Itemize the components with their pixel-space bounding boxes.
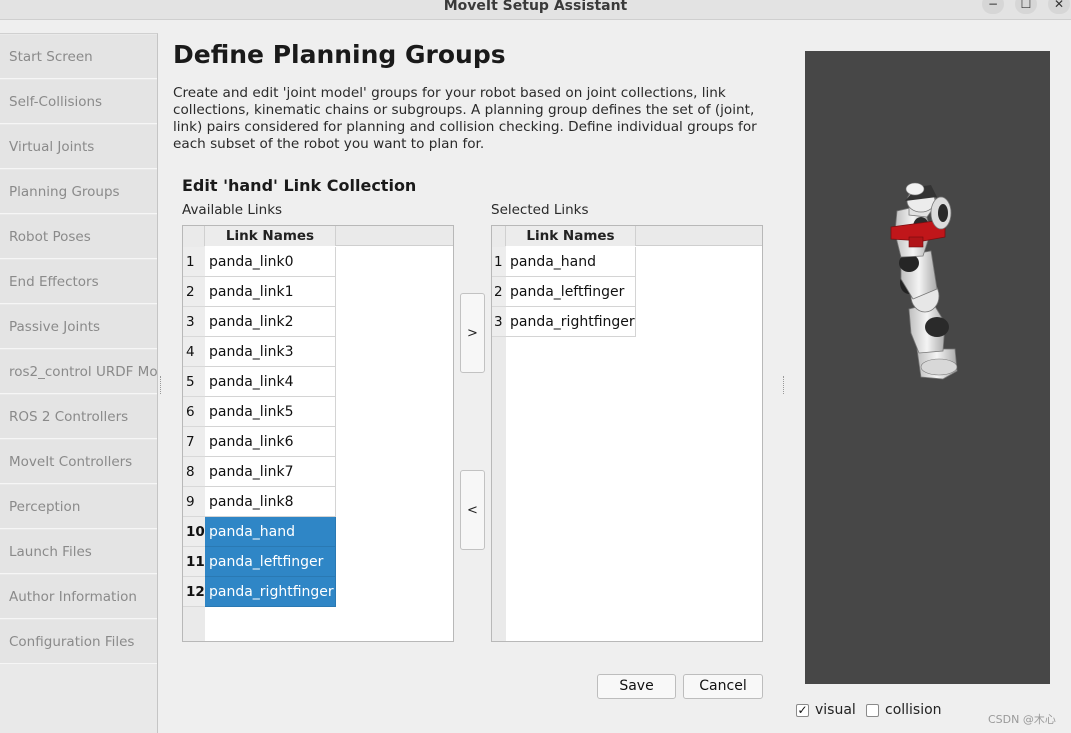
corner-header	[183, 226, 205, 246]
sidebar-item-virtual-joints[interactable]: Virtual Joints	[0, 125, 157, 169]
save-button-label: Save	[619, 678, 654, 694]
sidebar-item-configuration-files[interactable]: Configuration Files	[0, 620, 157, 664]
available-links-table[interactable]: Link Names 1 panda_link0 2 panda_link1 3…	[182, 225, 454, 642]
row-number: 5	[183, 367, 205, 397]
visual-checkbox-label: visual	[815, 702, 856, 718]
row-number: 9	[183, 487, 205, 517]
row-number: 1	[183, 247, 205, 277]
robot-arm-model	[890, 182, 958, 380]
link-name-cell[interactable]: panda_link2	[205, 307, 336, 337]
sidebar-item-ros2-controllers[interactable]: ROS 2 Controllers	[0, 395, 157, 439]
sidebar-item-passive-joints[interactable]: Passive Joints	[0, 305, 157, 349]
link-name-cell[interactable]: panda_link7	[205, 457, 336, 487]
remove-link-button[interactable]: <	[460, 470, 485, 550]
sidebar-item-self-collisions[interactable]: Self-Collisions	[0, 80, 157, 124]
link-name-cell[interactable]: panda_rightfinger	[205, 577, 336, 607]
link-name-cell[interactable]: panda_leftfinger	[205, 547, 336, 577]
row-number: 1	[492, 247, 506, 277]
sidebar-item-moveit-controllers[interactable]: MoveIt Controllers	[0, 440, 157, 484]
sidebar-item-ros2-control-urdf[interactable]: ros2_control URDF Modifications	[0, 350, 157, 394]
visual-checkbox[interactable]: ✓	[796, 704, 809, 717]
corner-header	[492, 226, 506, 246]
selected-links-label: Selected Links	[491, 202, 589, 218]
sidebar-splitter-handle[interactable]	[160, 376, 163, 394]
sidebar-item-planning-groups[interactable]: Planning Groups	[0, 170, 157, 214]
row-number: 4	[183, 337, 205, 367]
collision-checkbox-label: collision	[885, 702, 942, 718]
robot-3d-viewer[interactable]	[805, 51, 1050, 684]
link-name-cell[interactable]: panda_link8	[205, 487, 336, 517]
link-name-cell[interactable]: panda_link1	[205, 277, 336, 307]
link-name-cell[interactable]: panda_hand	[205, 517, 336, 547]
sidebar-item-perception[interactable]: Perception	[0, 485, 157, 529]
row-number: 12	[183, 577, 205, 607]
link-name-cell[interactable]: panda_link0	[205, 247, 336, 277]
link-name-cell[interactable]: panda_link3	[205, 337, 336, 367]
link-name-cell[interactable]: panda_link4	[205, 367, 336, 397]
section-title: Edit 'hand' Link Collection	[182, 176, 417, 195]
viewer-splitter-handle[interactable]	[783, 376, 786, 394]
row-number: 2	[492, 277, 506, 307]
row-number: 7	[183, 427, 205, 457]
row-number: 6	[183, 397, 205, 427]
sidebar-item-author-information[interactable]: Author Information	[0, 575, 157, 619]
row-number: 11	[183, 547, 205, 577]
selected-links-table[interactable]: Link Names 1 panda_hand 2 panda_leftfing…	[491, 225, 763, 642]
link-name-cell[interactable]: panda_link5	[205, 397, 336, 427]
sidebar-item-end-effectors[interactable]: End Effectors	[0, 260, 157, 304]
add-link-button[interactable]: >	[460, 293, 485, 373]
sidebar-nav: Start Screen Self-Collisions Virtual Joi…	[0, 33, 158, 733]
window-title: MoveIt Setup Assistant	[443, 0, 628, 14]
link-name-cell[interactable]: panda_hand	[506, 247, 636, 277]
save-button[interactable]: Save	[597, 674, 676, 699]
page-description: Create and edit 'joint model' groups for…	[173, 85, 757, 152]
row-number: 2	[183, 277, 205, 307]
cancel-button[interactable]: Cancel	[683, 674, 763, 699]
collision-checkbox[interactable]	[866, 704, 879, 717]
link-name-cell[interactable]: panda_rightfinger	[506, 307, 636, 337]
link-name-cell[interactable]: panda_link6	[205, 427, 336, 457]
row-number: 10	[183, 517, 205, 547]
watermark: CSDN @木心	[988, 713, 1056, 726]
row-number: 3	[183, 307, 205, 337]
window-titlebar: MoveIt Setup Assistant − ☐ ✕	[0, 0, 1071, 20]
column-header-link-names[interactable]: Link Names	[205, 226, 336, 246]
row-number: 3	[492, 307, 506, 337]
sidebar-item-robot-poses[interactable]: Robot Poses	[0, 215, 157, 259]
sidebar-item-start-screen[interactable]: Start Screen	[0, 35, 157, 79]
column-header-link-names[interactable]: Link Names	[506, 226, 636, 246]
sidebar-item-launch-files[interactable]: Launch Files	[0, 530, 157, 574]
row-number: 8	[183, 457, 205, 487]
link-name-cell[interactable]: panda_leftfinger	[506, 277, 636, 307]
available-links-label: Available Links	[182, 202, 283, 218]
cancel-button-label: Cancel	[699, 678, 747, 694]
page-title: Define Planning Groups	[173, 40, 506, 69]
